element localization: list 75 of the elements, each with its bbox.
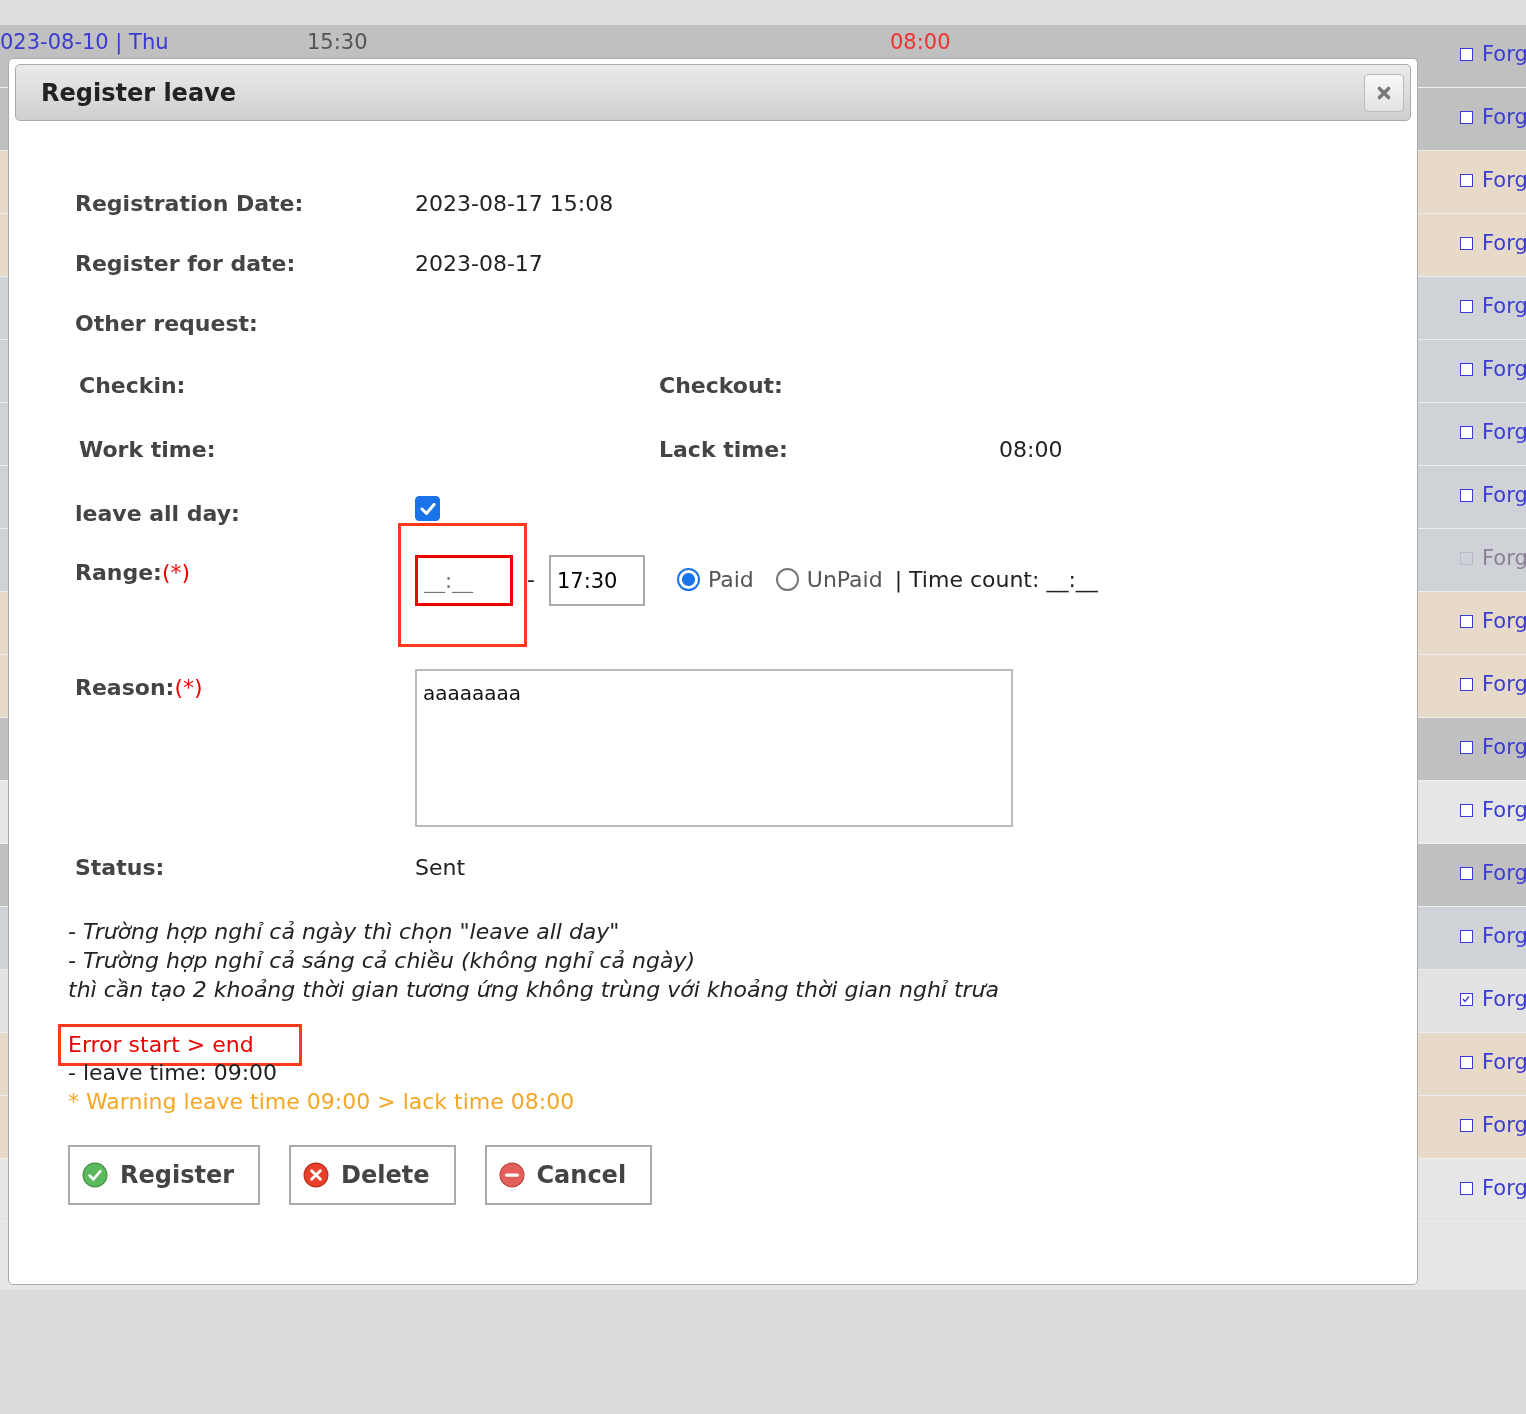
checkbox[interactable]	[1460, 1118, 1473, 1132]
checkbox[interactable]	[1460, 1181, 1473, 1195]
field-label: Range:(*)	[75, 559, 192, 585]
field-value: 08:00	[999, 436, 1063, 462]
reason-field[interactable]: aaaaaaaa	[415, 669, 1013, 827]
checkbox[interactable]	[1460, 47, 1473, 61]
field-label: Register for date:	[75, 250, 297, 276]
checkbox[interactable]	[1460, 299, 1473, 313]
checkbox[interactable]	[415, 496, 440, 521]
field-label: Reason:(*)	[75, 674, 204, 700]
note-text: - Trường hợp nghỉ cả ngày thì chọn "leave all day"	[68, 918, 621, 946]
table-cell: 15:30	[307, 30, 368, 54]
checkbox[interactable]	[1460, 236, 1473, 250]
cancel-button[interactable]: Cancel	[484, 1145, 653, 1205]
forgot-link[interactable]: Forg	[1482, 924, 1526, 948]
warning-message: * Warning leave time 09:00 > lack time 08:00	[68, 1088, 576, 1116]
note-text: - Trường hợp nghỉ cả sáng cả chiều (không nghỉ cả ngày)	[68, 947, 697, 975]
range-separator: -	[527, 567, 535, 592]
forgot-link[interactable]: Forg	[1482, 483, 1526, 507]
forgot-link[interactable]: Forg	[1482, 861, 1526, 885]
checkbox[interactable]	[1460, 677, 1473, 691]
forgot-link[interactable]: Forg	[1482, 798, 1526, 822]
end-time-field[interactable]: 17:30	[548, 555, 645, 606]
field-label: Other request:	[75, 310, 259, 336]
field-value: 2023-08-17	[415, 250, 543, 276]
checkbox[interactable]	[1460, 488, 1473, 502]
forgot-link[interactable]: Forg	[1482, 609, 1526, 633]
field-label: Status:	[75, 854, 166, 880]
dialog-title: Register leave	[41, 78, 236, 107]
note-text: thì cần tạo 2 khoảng thời gian tương ứng không trùng với khoảng thời gian nghỉ trưa	[68, 976, 1001, 1004]
checkbox[interactable]	[1460, 929, 1473, 943]
checkbox[interactable]	[1460, 992, 1473, 1006]
forgot-link[interactable]: Forg	[1482, 987, 1526, 1011]
checkbox[interactable]	[1460, 173, 1473, 187]
check-icon	[82, 1162, 108, 1188]
field-value: 2023-08-17 15:08	[415, 190, 614, 216]
date-link[interactable]: 023-08-10 | Thu	[0, 30, 169, 54]
delete-button[interactable]: Delete	[289, 1145, 456, 1205]
field-label: Checkout:	[659, 372, 784, 398]
forgot-link[interactable]: Forg	[1482, 420, 1526, 444]
time-count: | Time count: __:__	[894, 567, 1098, 592]
forgot-link[interactable]: Forg	[1482, 1113, 1526, 1137]
field-value: Sent	[415, 854, 466, 880]
radio-option[interactable]: UnPaid	[775, 567, 883, 592]
checkbox[interactable]	[1460, 1055, 1473, 1069]
field-label: leave all day:	[75, 500, 241, 526]
checkbox[interactable]	[1460, 740, 1473, 754]
forgot-link[interactable]: Forg	[1482, 42, 1526, 66]
field-label: Lack time:	[659, 436, 789, 462]
forgot-link[interactable]: Forg	[1482, 168, 1526, 192]
checkbox[interactable]	[1460, 614, 1473, 628]
register-button[interactable]: Register	[68, 1145, 261, 1205]
close-icon	[1376, 84, 1392, 101]
forgot-link[interactable]: Forg	[1482, 294, 1526, 318]
minus-icon	[498, 1162, 525, 1188]
checkbox[interactable]	[1460, 803, 1473, 817]
forgot-link[interactable]: Forg	[1482, 1176, 1526, 1200]
radio-option[interactable]: Paid	[676, 567, 754, 592]
checkbox[interactable]	[1460, 362, 1473, 376]
forgot-link[interactable]: Forg	[1482, 672, 1526, 696]
start-time-field[interactable]: __:__	[415, 555, 513, 606]
forgot-link[interactable]: Forg	[1482, 357, 1526, 381]
forgot-link[interactable]: Forg	[1482, 735, 1526, 759]
forgot-link[interactable]: Forg	[1482, 1050, 1526, 1074]
checkbox[interactable]	[1460, 866, 1473, 880]
field-label: Work time:	[78, 436, 217, 462]
close-button[interactable]	[1364, 73, 1404, 112]
forgot-link[interactable]: Forg	[1482, 105, 1526, 129]
field-label: Checkin:	[78, 372, 187, 398]
table-cell: 08:00	[890, 30, 951, 54]
forgot-link[interactable]: Forg	[1482, 231, 1526, 255]
checkbox[interactable]	[1460, 425, 1473, 439]
field-label: Registration Date:	[75, 190, 305, 216]
delete-icon	[303, 1162, 330, 1188]
checkbox[interactable]	[1460, 110, 1473, 124]
